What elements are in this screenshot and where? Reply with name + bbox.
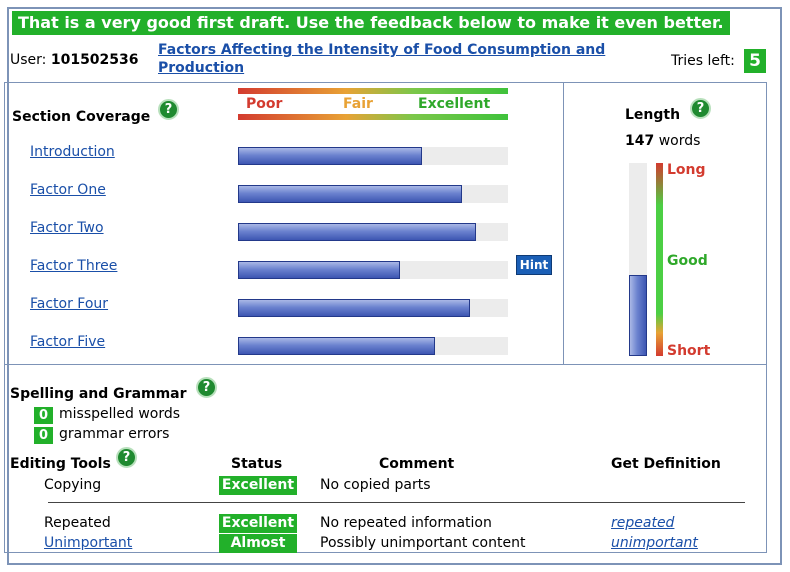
status-copying: Excellent bbox=[219, 476, 297, 495]
length-short-label: Short bbox=[667, 343, 711, 359]
user-label: User: bbox=[10, 52, 47, 68]
definition-column-header: Get Definition bbox=[611, 456, 721, 472]
coverage-fill-factor-three bbox=[238, 261, 400, 279]
section-link-factor-four[interactable]: Factor Four bbox=[30, 296, 108, 312]
section-coverage-heading: Section Coverage bbox=[12, 109, 151, 125]
coverage-fill-factor-two bbox=[238, 223, 476, 241]
grammar-count-badge: 0 bbox=[34, 427, 53, 444]
status-unimportant: Almost bbox=[219, 534, 297, 553]
coverage-track-factor-one bbox=[238, 185, 508, 203]
coverage-scale: Poor Fair Excellent bbox=[238, 88, 508, 120]
section-link-factor-three[interactable]: Factor Three bbox=[30, 258, 117, 274]
length-help-icon[interactable]: ? bbox=[690, 98, 711, 119]
user-id: 101502536 bbox=[50, 52, 139, 68]
editing-tools-help-icon[interactable]: ? bbox=[116, 447, 137, 468]
section-link-factor-one[interactable]: Factor One bbox=[30, 182, 106, 198]
definition-link-unimportant[interactable]: unimportant bbox=[611, 535, 698, 551]
comment-copying: No copied parts bbox=[320, 477, 431, 493]
length-track bbox=[629, 163, 647, 356]
word-count: 147 words bbox=[625, 133, 700, 149]
section-link-factor-five[interactable]: Factor Five bbox=[30, 334, 105, 350]
spelling-help-icon[interactable]: ? bbox=[196, 377, 217, 398]
length-long-label: Long bbox=[667, 162, 706, 178]
length-fill bbox=[629, 274, 647, 356]
tool-repeated: Repeated bbox=[44, 515, 111, 531]
tries-label: Tries left: bbox=[671, 53, 735, 69]
word-count-unit: words bbox=[658, 133, 701, 149]
status-repeated: Excellent bbox=[219, 514, 297, 533]
length-panel bbox=[563, 82, 767, 365]
tries-left-badge: 5 bbox=[744, 49, 766, 73]
grammar-label: grammar errors bbox=[59, 426, 170, 442]
coverage-scale-bottom-bar bbox=[238, 114, 508, 120]
coverage-scale-top-bar bbox=[238, 88, 508, 94]
section-link-factor-two[interactable]: Factor Two bbox=[30, 220, 104, 236]
coverage-track-factor-four bbox=[238, 299, 508, 317]
hint-button[interactable]: Hint bbox=[516, 255, 552, 275]
length-scale bbox=[656, 163, 663, 356]
scale-excellent-label: Excellent bbox=[418, 96, 491, 112]
coverage-fill-factor-one bbox=[238, 185, 463, 203]
spelling-heading: Spelling and Grammar bbox=[10, 386, 187, 402]
scale-poor-label: Poor bbox=[246, 96, 283, 112]
section-coverage-help-icon[interactable]: ? bbox=[158, 99, 179, 120]
section-link-introduction[interactable]: Introduction bbox=[30, 144, 115, 160]
tool-copying: Copying bbox=[44, 477, 102, 493]
coverage-track-factor-five bbox=[238, 337, 508, 355]
coverage-track-factor-two bbox=[238, 223, 508, 241]
coverage-track-factor-three bbox=[238, 261, 508, 279]
status-column-header: Status bbox=[231, 456, 283, 472]
tool-unimportant-link[interactable]: Unimportant bbox=[44, 535, 132, 551]
word-count-value: 147 bbox=[625, 133, 655, 149]
editing-tools-heading: Editing Tools bbox=[10, 456, 111, 472]
scale-fair-label: Fair bbox=[343, 96, 373, 112]
coverage-track-introduction bbox=[238, 147, 508, 165]
length-heading: Length bbox=[625, 107, 681, 123]
user-info: User: 101502536 bbox=[10, 52, 139, 68]
length-good-label: Good bbox=[667, 253, 708, 269]
misspelled-label: misspelled words bbox=[59, 406, 181, 422]
comment-unimportant: Possibly unimportant content bbox=[320, 535, 526, 551]
coverage-fill-introduction bbox=[238, 147, 422, 165]
comment-repeated: No repeated information bbox=[320, 515, 492, 531]
comment-column-header: Comment bbox=[379, 456, 455, 472]
coverage-fill-factor-four bbox=[238, 299, 471, 317]
definition-link-repeated[interactable]: repeated bbox=[611, 515, 674, 531]
editing-divider bbox=[48, 502, 745, 503]
coverage-fill-factor-five bbox=[238, 337, 436, 355]
assignment-title-link[interactable]: Factors Affecting the Intensity of Food … bbox=[158, 41, 638, 77]
feedback-banner: That is a very good first draft. Use the… bbox=[12, 11, 730, 35]
misspelled-count-badge: 0 bbox=[34, 407, 53, 424]
